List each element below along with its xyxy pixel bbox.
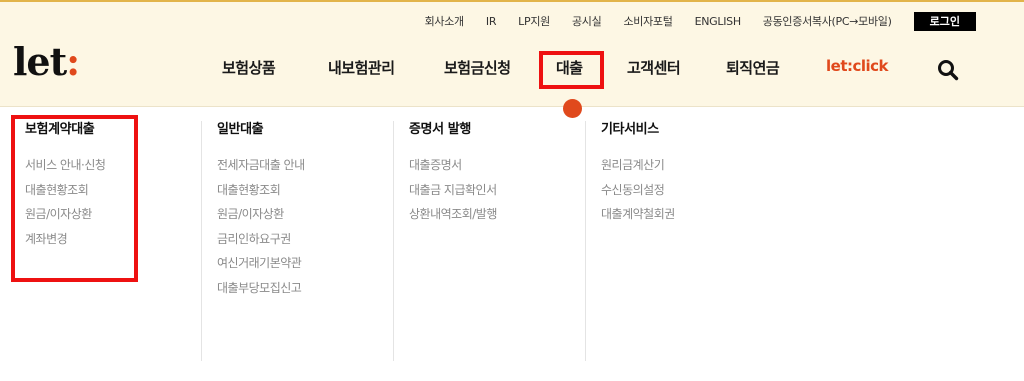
menu-heading-certificates[interactable]: 증명서 발행 [409,121,584,139]
menu-link[interactable]: 수신동의설정 [601,178,776,203]
menu-heading-other-services[interactable]: 기타서비스 [601,121,776,139]
util-link-company[interactable]: 회사소개 [425,13,465,29]
menu-link[interactable]: 여신거래기본약관 [217,251,392,276]
menu-link[interactable]: 대출증명서 [409,153,584,178]
menu-link[interactable]: 상환내역조회/발행 [409,202,584,227]
menu-link[interactable]: 금리인하요구권 [217,227,392,252]
nav-letclick[interactable]: let:click [826,57,889,75]
menu-link[interactable]: 대출현황조회 [217,178,392,203]
util-link-consumer-portal[interactable]: 소비자포털 [623,13,672,29]
menu-link[interactable]: 전세자금대출 안내 [217,153,392,178]
nav-claim[interactable]: 보험금신청 [444,57,511,78]
nav-customer-center[interactable]: 고객센터 [627,57,681,78]
nav-my-insurance[interactable]: 내보험관리 [328,57,395,78]
site-header: 회사소개 IR LP지원 공시실 소비자포털 ENGLISH 공동인증서복사(P… [0,0,1024,118]
search-icon[interactable] [937,59,959,81]
util-link-cert-copy[interactable]: 공동인증서복사(PC→모바일) [763,13,892,29]
menu-link[interactable]: 원금/이자상환 [217,202,392,227]
menu-col-certificates: 증명서 발행 대출증명서 대출금 지급확인서 상환내역조회/발행 [393,121,584,361]
login-button[interactable]: 로그인 [913,11,976,31]
menu-col-general-loan: 일반대출 전세자금대출 안내 대출현황조회 원금/이자상환 금리인하요구권 여신… [201,121,392,361]
nav-insurance-products[interactable]: 보험상품 [222,57,276,78]
util-link-lp-support[interactable]: LP지원 [518,13,550,29]
menu-link[interactable]: 원리금계산기 [601,153,776,178]
utility-nav: 회사소개 IR LP지원 공시실 소비자포털 ENGLISH 공동인증서복사(P… [403,11,976,31]
menu-heading-general-loan[interactable]: 일반대출 [217,121,392,139]
menu-link[interactable]: 대출계약철회권 [601,202,776,227]
menu-link[interactable]: 대출금 지급확인서 [409,178,584,203]
main-nav: 보험상품 내보험관리 보험금신청 대출 고객센터 퇴직연금 let:click [0,57,1024,83]
util-link-english[interactable]: ENGLISH [695,15,742,28]
loan-mega-menu: 보험계약대출 서비스 안내·신청 대출현황조회 원금/이자상환 계좌변경 일반대… [0,107,1024,381]
nav-pension[interactable]: 퇴직연금 [726,57,780,78]
menu-link[interactable]: 대출부당모집신고 [217,276,392,301]
active-nav-highlight [539,51,604,89]
menu-highlight-box [11,115,138,282]
util-link-ir[interactable]: IR [486,15,497,28]
menu-col-other-services: 기타서비스 원리금계산기 수신동의설정 대출계약철회권 [585,121,776,361]
util-link-disclosure[interactable]: 공시실 [572,13,602,29]
